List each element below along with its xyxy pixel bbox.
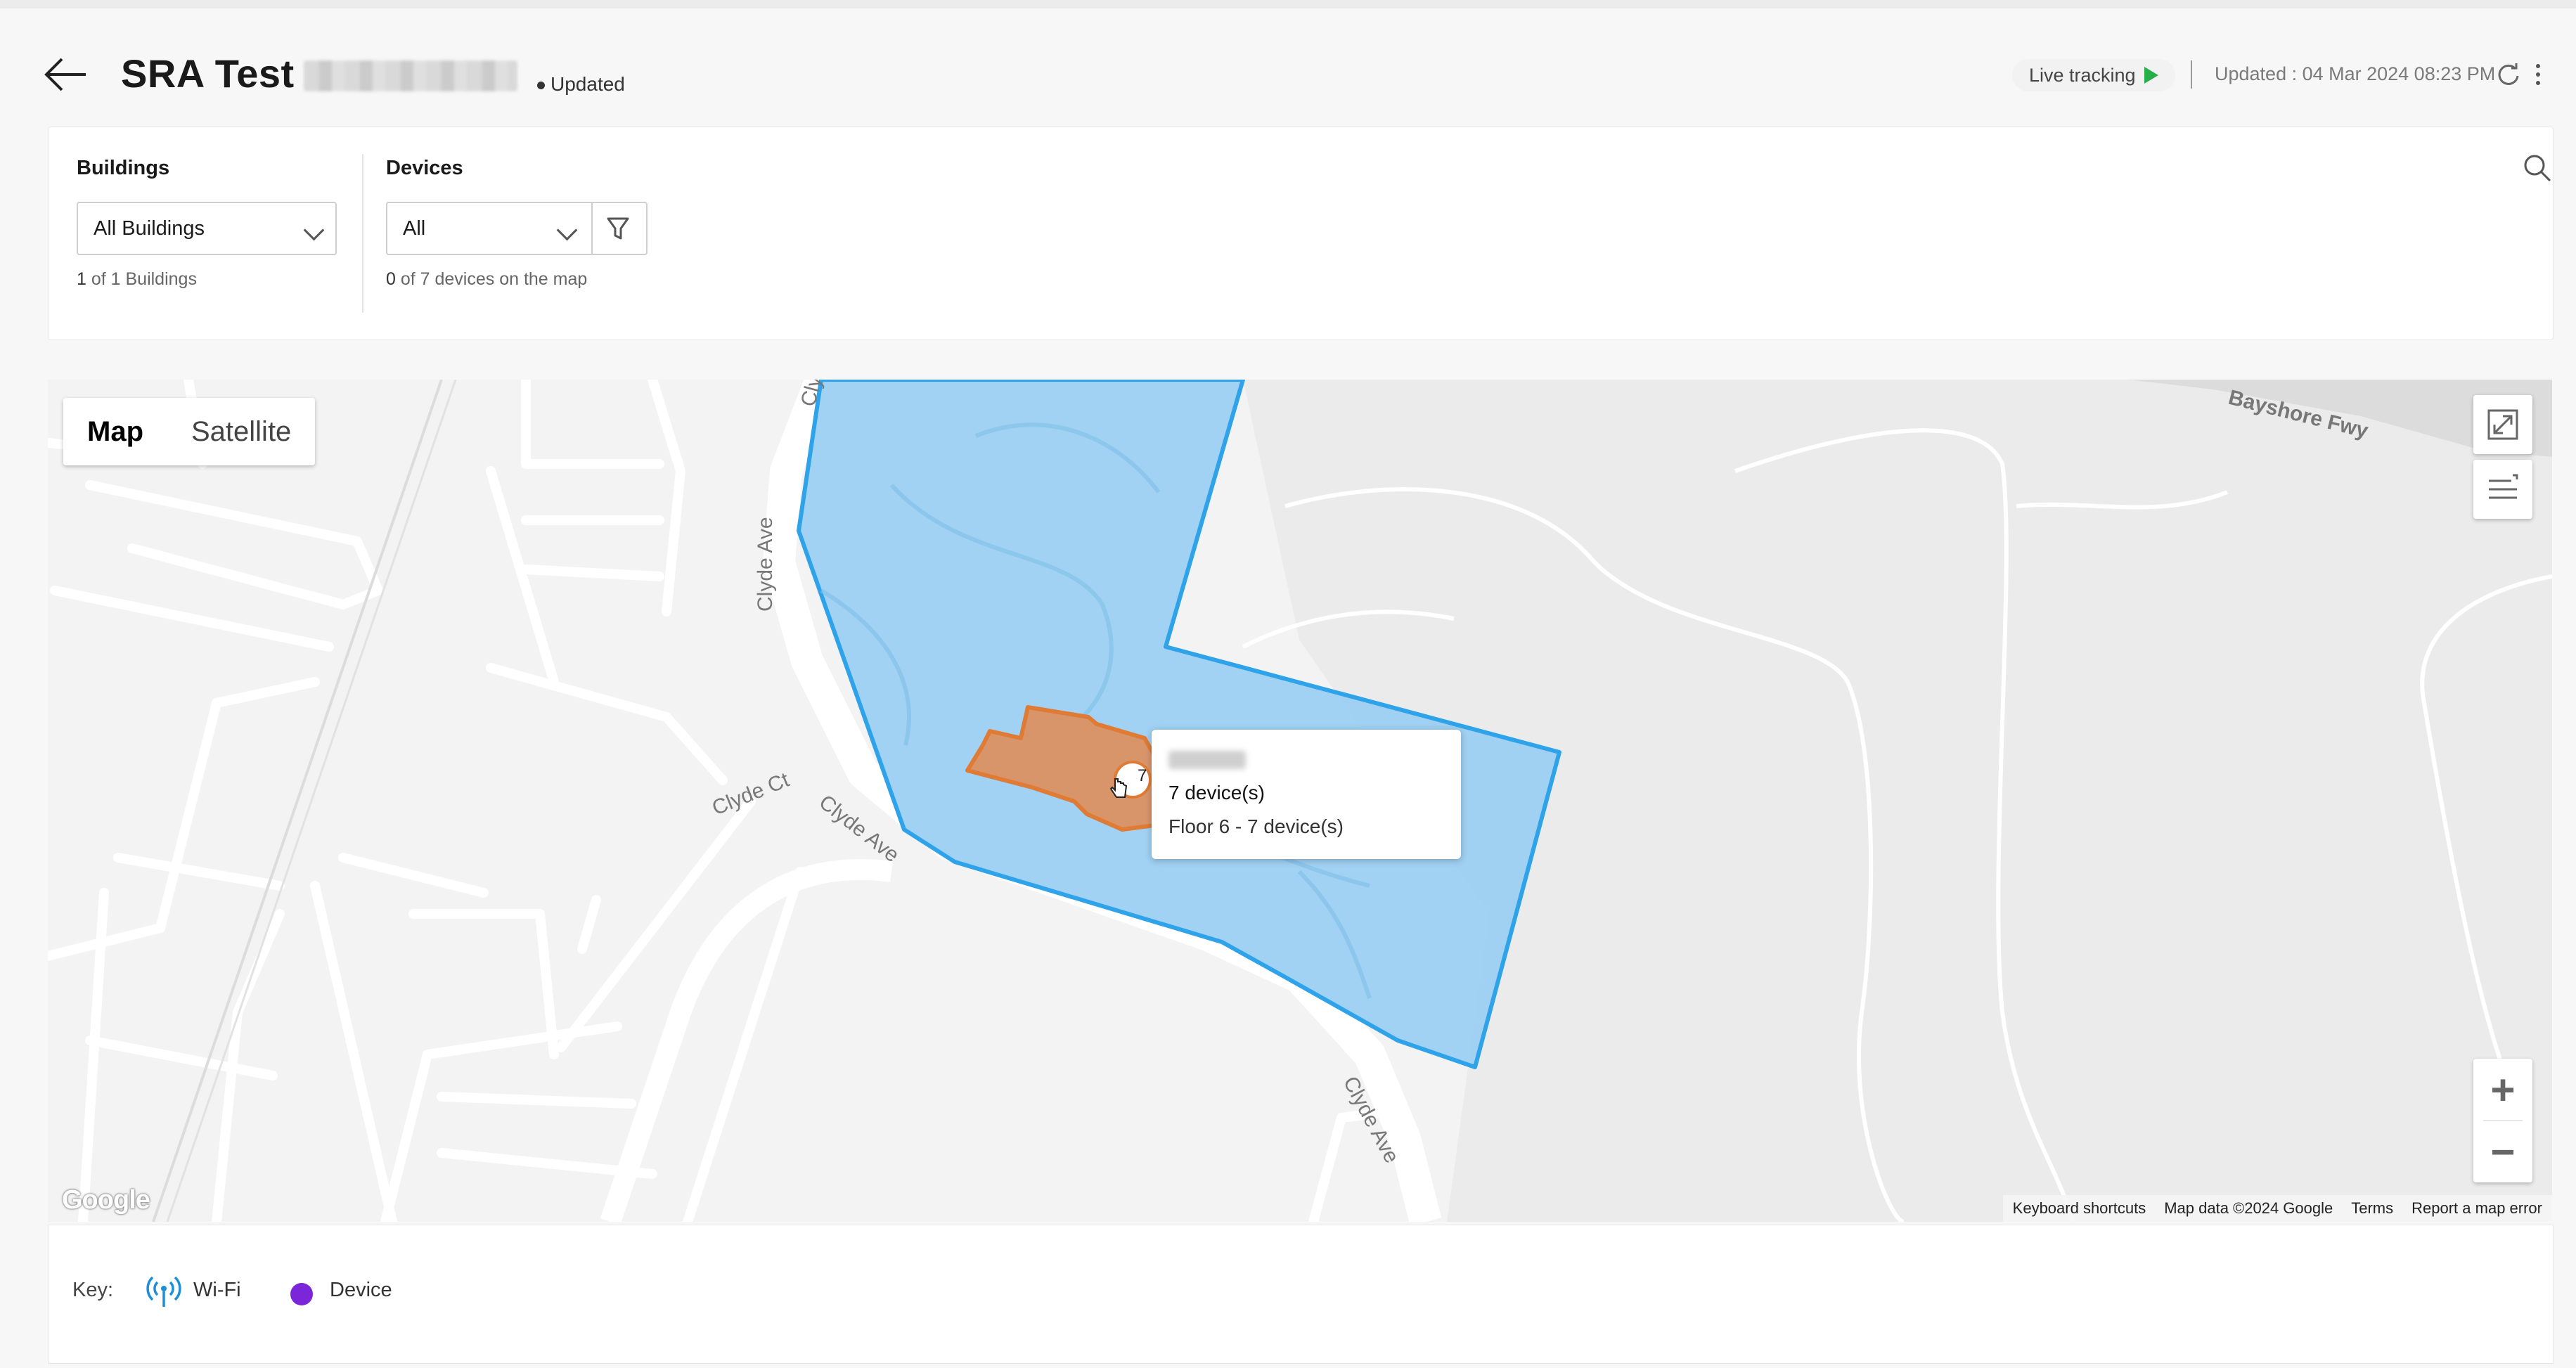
filter-button[interactable] <box>591 203 642 254</box>
filter-funnel-icon <box>607 217 629 240</box>
map-type-satellite[interactable]: Satellite <box>167 398 315 465</box>
tooltip-floor-count: Floor 6 - 7 device(s) <box>1168 815 1344 837</box>
wifi-icon <box>146 1276 181 1307</box>
chevron-down-icon <box>556 219 578 241</box>
status-text: Updated <box>550 73 625 95</box>
play-icon <box>2144 67 2158 84</box>
devices-select-value: All <box>403 217 426 240</box>
status-dot-icon <box>537 82 545 90</box>
map-view[interactable]: Clyde Ave Clyde Ct Clyde Ave Clyde Ave C… <box>48 380 2552 1222</box>
devices-label: Devices <box>386 157 463 179</box>
buildings-count: 1 of 1 Buildings <box>77 269 197 290</box>
zoom-in-button[interactable]: + <box>2473 1059 2532 1121</box>
filters-panel: Buildings All Buildings 1 of 1 Buildings… <box>48 127 2554 340</box>
live-tracking-label: Live tracking <box>2029 64 2136 86</box>
refresh-icon[interactable] <box>2496 62 2521 87</box>
status-indicator: Updated <box>537 73 625 96</box>
devices-count: 0 of 7 devices on the map <box>386 269 587 290</box>
page-title: SRA Test <box>121 51 295 96</box>
key-label: Key: <box>72 1279 114 1301</box>
key-wifi-label: Wi-Fi <box>193 1279 241 1301</box>
list-icon <box>2489 474 2518 499</box>
marker-count: 7 <box>1138 766 1147 785</box>
zoom-control: + − <box>2473 1059 2532 1182</box>
live-tracking-button[interactable]: Live tracking <box>2012 59 2175 91</box>
keyboard-shortcuts-link[interactable]: Keyboard shortcuts <box>2013 1199 2146 1218</box>
device-dot-icon <box>290 1283 313 1305</box>
chevron-down-icon <box>303 219 325 241</box>
building-tooltip: 7 device(s) Floor 6 - 7 device(s) <box>1152 730 1461 859</box>
expand-icon <box>2487 409 2518 440</box>
more-options-icon[interactable] <box>2531 62 2545 87</box>
map-type-map[interactable]: Map <box>63 398 167 465</box>
terms-link[interactable]: Terms <box>2351 1199 2393 1218</box>
search-icon[interactable] <box>2520 151 2554 185</box>
map-key-legend: Key: Wi-Fi Device <box>48 1225 2554 1364</box>
buildings-select[interactable]: All Buildings <box>77 202 337 255</box>
buildings-count-num: 1 <box>77 269 86 289</box>
list-panel-button[interactable] <box>2473 460 2532 519</box>
arrow-left-icon <box>44 58 86 91</box>
redacted-building-name <box>1168 751 1246 769</box>
filters-divider <box>362 154 363 313</box>
report-map-error-link[interactable]: Report a map error <box>2411 1199 2542 1218</box>
buildings-count-rest: of 1 Buildings <box>86 269 197 289</box>
hand-cursor-icon <box>1109 778 1128 798</box>
devices-select-group: All <box>386 202 648 255</box>
map-attribution: Keyboard shortcuts Map data ©2024 Google… <box>2002 1195 2552 1222</box>
updated-timestamp: Updated : 04 Mar 2024 08:23 PM <box>2215 63 2496 84</box>
devices-count-rest: of 7 devices on the map <box>395 269 588 289</box>
key-device-label: Device <box>330 1279 392 1301</box>
fullscreen-button[interactable] <box>2473 395 2532 454</box>
map-data-text: Map data ©2024 Google <box>2164 1199 2333 1217</box>
map-type-control: Map Satellite <box>63 398 316 465</box>
redacted-name <box>304 60 517 91</box>
buildings-select-value: All Buildings <box>94 217 205 240</box>
top-strip <box>0 0 2576 8</box>
tooltip-device-count: 7 device(s) <box>1168 782 1265 804</box>
google-logo: Google <box>62 1185 150 1215</box>
devices-count-num: 0 <box>386 269 396 289</box>
buildings-label: Buildings <box>77 157 170 179</box>
devices-select[interactable]: All <box>387 203 591 254</box>
street-label: Clyde Ave <box>754 517 777 612</box>
header-divider <box>2191 60 2192 89</box>
back-button[interactable] <box>42 53 91 96</box>
zoom-out-button[interactable]: − <box>2473 1121 2532 1182</box>
